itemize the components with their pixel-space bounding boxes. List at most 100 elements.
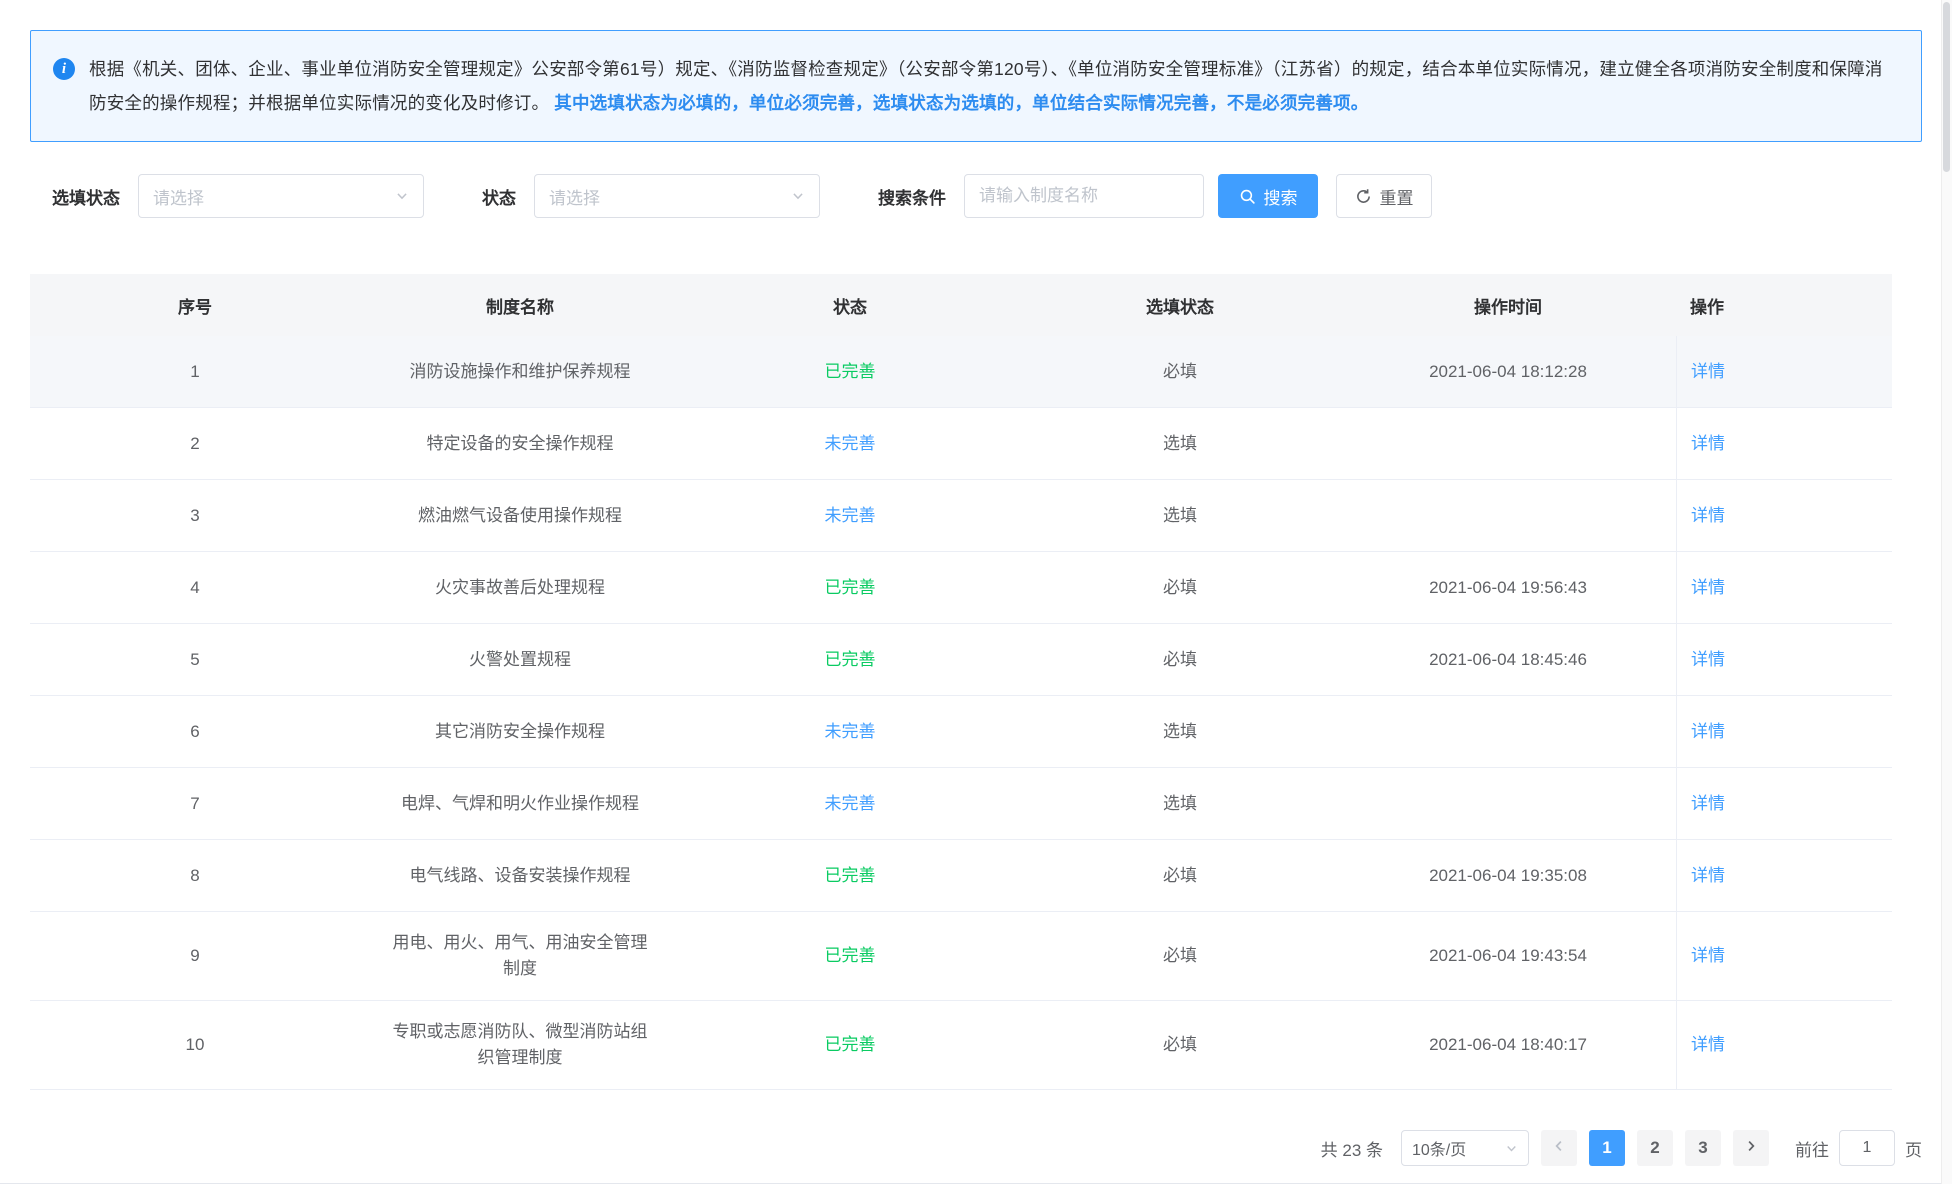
operation-time xyxy=(1340,714,1676,750)
rule-name: 其它消防安全操作规程 xyxy=(360,701,680,763)
row-index: 6 xyxy=(30,701,360,763)
rule-name: 消防设施操作和维护保养规程 xyxy=(360,341,680,403)
reset-button[interactable]: 重置 xyxy=(1336,174,1432,218)
rule-name: 燃油燃气设备使用操作规程 xyxy=(360,485,680,547)
table-row: 5火警处置规程已完善必填2021-06-04 18:45:46详情 xyxy=(30,624,1892,696)
search-button-label: 搜索 xyxy=(1264,184,1298,209)
rules-table: 序号 制度名称 状态 选填状态 操作时间 操作 1消防设施操作和维护保养规程已完… xyxy=(30,274,1892,1090)
required-text: 必填 xyxy=(1020,341,1340,403)
detail-link[interactable]: 详情 xyxy=(1691,863,1725,889)
search-condition-label: 搜索条件 xyxy=(878,184,946,209)
column-header-index: 序号 xyxy=(30,293,360,318)
filter-bar: 选填状态 请选择 状态 请选择 搜索条件 搜索 xyxy=(30,174,1922,218)
detail-link[interactable]: 详情 xyxy=(1691,791,1725,817)
rule-name: 专职或志愿消防队、微型消防站组织管理制度 xyxy=(360,1001,680,1089)
status-text: 已完善 xyxy=(680,1014,1020,1076)
table-row: 8电气线路、设备安装操作规程已完善必填2021-06-04 19:35:08详情 xyxy=(30,840,1892,912)
rule-name: 电焊、气焊和明火作业操作规程 xyxy=(360,773,680,835)
chevron-down-icon xyxy=(395,189,409,203)
row-index: 3 xyxy=(30,485,360,547)
row-index: 4 xyxy=(30,557,360,619)
row-index: 7 xyxy=(30,773,360,835)
required-text: 必填 xyxy=(1020,557,1340,619)
goto-label: 前往 xyxy=(1795,1136,1829,1161)
column-header-name: 制度名称 xyxy=(360,293,680,318)
chevron-down-icon xyxy=(791,189,805,203)
page-button-1[interactable]: 1 xyxy=(1589,1130,1625,1166)
prev-page-button[interactable] xyxy=(1541,1130,1577,1166)
page-size-select[interactable]: 10条/页 xyxy=(1401,1130,1529,1166)
operation-time: 2021-06-04 19:43:54 xyxy=(1340,925,1676,987)
alert-text: 根据《机关、团体、企业、事业单位消防安全管理规定》公安部令第61号）规定、《消防… xyxy=(89,52,1895,120)
required-text: 选填 xyxy=(1020,485,1340,547)
required-text: 选填 xyxy=(1020,773,1340,835)
required-text: 必填 xyxy=(1020,845,1340,907)
action-cell: 详情 xyxy=(1676,696,1892,767)
goto-suffix: 页 xyxy=(1905,1136,1922,1161)
status-placeholder: 请选择 xyxy=(549,184,600,209)
required-text: 选填 xyxy=(1020,701,1340,763)
alert-highlight-text: 其中选填状态为必填的，单位必须完善，选填状态为选填的，单位结合实际情况完善，不是… xyxy=(554,93,1368,113)
status-text: 已完善 xyxy=(680,557,1020,619)
optional-status-label: 选填状态 xyxy=(52,184,120,209)
status-text: 已完善 xyxy=(680,925,1020,987)
table-body: 1消防设施操作和维护保养规程已完善必填2021-06-04 18:12:28详情… xyxy=(30,336,1892,1090)
table-row: 3燃油燃气设备使用操作规程未完善选填详情 xyxy=(30,480,1892,552)
action-cell: 详情 xyxy=(1676,552,1892,623)
action-cell: 详情 xyxy=(1676,336,1892,407)
page-button-2[interactable]: 2 xyxy=(1637,1130,1673,1166)
table-row: 2特定设备的安全操作规程未完善选填详情 xyxy=(30,408,1892,480)
detail-link[interactable]: 详情 xyxy=(1691,575,1725,601)
status-select[interactable]: 请选择 xyxy=(534,174,820,218)
operation-time: 2021-06-04 18:40:17 xyxy=(1340,1014,1676,1076)
detail-link[interactable]: 详情 xyxy=(1691,943,1725,969)
optional-status-select[interactable]: 请选择 xyxy=(138,174,424,218)
goto-page-input[interactable] xyxy=(1839,1130,1895,1166)
page: i 根据《机关、团体、企业、事业单位消防安全管理规定》公安部令第61号）规定、《… xyxy=(0,0,1952,1184)
refresh-icon xyxy=(1355,188,1372,205)
status-text: 已完善 xyxy=(680,629,1020,691)
required-text: 必填 xyxy=(1020,925,1340,987)
detail-link[interactable]: 详情 xyxy=(1691,1032,1725,1058)
row-index: 10 xyxy=(30,1014,360,1076)
table-row: 6其它消防安全操作规程未完善选填详情 xyxy=(30,696,1892,768)
chevron-right-icon xyxy=(1744,1138,1758,1158)
operation-time xyxy=(1340,786,1676,822)
next-page-button[interactable] xyxy=(1733,1130,1769,1166)
table-row: 9用电、用火、用气、用油安全管理制度已完善必填2021-06-04 19:43:… xyxy=(30,912,1892,1001)
column-header-required: 选填状态 xyxy=(1020,293,1340,318)
detail-link[interactable]: 详情 xyxy=(1691,719,1725,745)
operation-time xyxy=(1340,498,1676,534)
page-list: 123 xyxy=(1577,1130,1721,1166)
pagination: 共 23 条 10条/页 123 前往 页 xyxy=(30,1130,1922,1166)
row-index: 5 xyxy=(30,629,360,691)
rule-name: 火警处置规程 xyxy=(360,629,680,691)
detail-link[interactable]: 详情 xyxy=(1691,431,1725,457)
column-header-status: 状态 xyxy=(680,293,1020,318)
detail-link[interactable]: 详情 xyxy=(1691,359,1725,385)
search-button[interactable]: 搜索 xyxy=(1218,174,1318,218)
action-cell: 详情 xyxy=(1676,840,1892,911)
rule-name: 电气线路、设备安装操作规程 xyxy=(360,845,680,907)
operation-time: 2021-06-04 18:45:46 xyxy=(1340,629,1676,691)
scrollbar[interactable] xyxy=(1941,0,1952,1184)
row-index: 8 xyxy=(30,845,360,907)
detail-link[interactable]: 详情 xyxy=(1691,647,1725,673)
operation-time: 2021-06-04 18:12:28 xyxy=(1340,341,1676,403)
info-alert: i 根据《机关、团体、企业、事业单位消防安全管理规定》公安部令第61号）规定、《… xyxy=(30,30,1922,142)
info-icon: i xyxy=(53,58,75,80)
rule-name: 特定设备的安全操作规程 xyxy=(360,413,680,475)
operation-time xyxy=(1340,426,1676,462)
search-input[interactable] xyxy=(964,174,1204,218)
status-label: 状态 xyxy=(482,184,516,209)
scrollbar-thumb[interactable] xyxy=(1943,2,1950,172)
table-row: 4火灾事故善后处理规程已完善必填2021-06-04 19:56:43详情 xyxy=(30,552,1892,624)
action-cell: 详情 xyxy=(1676,408,1892,479)
action-cell: 详情 xyxy=(1676,480,1892,551)
row-index: 1 xyxy=(30,341,360,403)
chevron-left-icon xyxy=(1552,1138,1566,1158)
operation-time: 2021-06-04 19:35:08 xyxy=(1340,845,1676,907)
page-button-3[interactable]: 3 xyxy=(1685,1130,1721,1166)
detail-link[interactable]: 详情 xyxy=(1691,503,1725,529)
table-row: 7电焊、气焊和明火作业操作规程未完善选填详情 xyxy=(30,768,1892,840)
